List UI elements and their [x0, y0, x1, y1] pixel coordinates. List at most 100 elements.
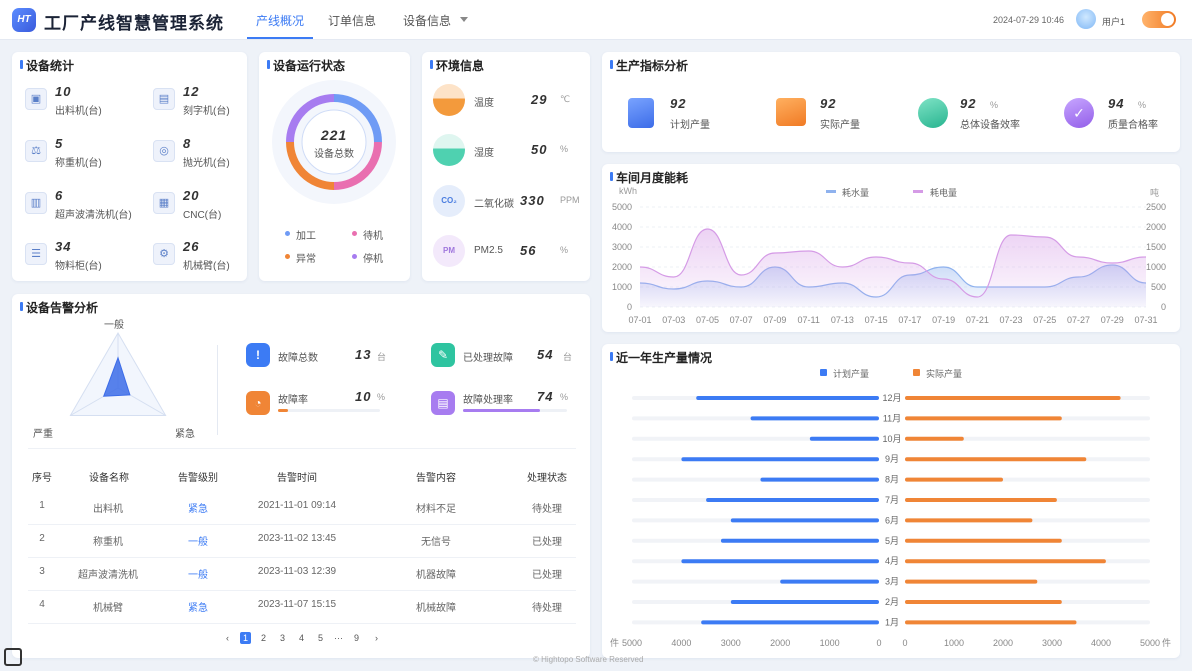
stat-label: CNC(台): [183, 210, 222, 221]
planned-bar: [730, 600, 879, 604]
x-tick: 07-29: [1101, 315, 1124, 325]
table-cell: 出料机: [93, 504, 123, 515]
x-tick: 07-25: [1033, 315, 1056, 325]
page-button[interactable]: 2: [258, 632, 269, 644]
x-tick-left: 2000: [770, 638, 790, 648]
planned-bar: [681, 457, 879, 462]
bar-chart-icon: [776, 98, 806, 126]
tab-device-info[interactable]: 设备信息: [403, 12, 451, 29]
check-circle-icon: ✓: [1064, 98, 1094, 128]
app-title: 工厂产线智慧管理系统: [44, 14, 224, 33]
x-tick: 07-05: [696, 315, 719, 325]
x-tick: 07-01: [628, 315, 651, 325]
actual-bar: [905, 518, 1033, 523]
month-label: 10月: [882, 434, 901, 444]
stat-value: 34: [55, 239, 72, 254]
unit-label: 件: [610, 637, 619, 648]
table-header: 处理状态: [527, 473, 567, 484]
actual-bar: [905, 559, 1106, 564]
next-page-button[interactable]: ›: [371, 632, 382, 644]
table-cell: 紧急: [188, 603, 208, 614]
prod-value: 92: [670, 96, 687, 111]
table-cell: 无信号: [421, 537, 451, 548]
alarm-stat-unit: 台: [563, 352, 573, 362]
x-tick: 07-31: [1134, 315, 1157, 325]
x-tick-right: 0: [902, 638, 907, 648]
table-cell: 一般: [188, 537, 208, 548]
alarm-stat-label: 故障处理率: [463, 395, 513, 406]
chevron-down-icon[interactable]: [460, 17, 468, 22]
page-button[interactable]: ···: [333, 632, 344, 644]
legend-dot: [352, 231, 357, 236]
stat-value: 26: [183, 239, 200, 254]
page-button[interactable]: 9: [351, 632, 362, 644]
y-tick-left: 1000: [612, 282, 632, 292]
fault-handling-rate-bar: [463, 409, 567, 412]
sun-icon: [1161, 13, 1174, 26]
theme-toggle[interactable]: [1142, 11, 1176, 28]
prod-value: 92: [960, 96, 977, 111]
prod-label: 计划产量: [670, 120, 710, 131]
unit-label: 件: [1162, 637, 1171, 648]
month-label: 5月: [885, 536, 899, 546]
stat-value: 20: [183, 188, 200, 203]
wrench-icon: ✎: [431, 343, 455, 367]
y-tick-left: 2000: [612, 262, 632, 272]
thermometer-icon: [433, 84, 465, 116]
env-label: PM2.5: [474, 245, 503, 256]
progress-fill: [463, 409, 540, 412]
table-cell: 已处理: [532, 570, 562, 581]
footer-copyright: © Hightopo Software Reserved: [533, 655, 644, 664]
radar-label: 紧急: [175, 429, 195, 440]
fullscreen-icon[interactable]: [4, 648, 22, 666]
planned-bar: [760, 477, 879, 482]
table-cell: 紧急: [188, 504, 208, 515]
pm-icon: PM: [433, 235, 465, 267]
page-button[interactable]: 4: [296, 632, 307, 644]
area-fill: [640, 229, 1146, 307]
panel-title: 生产指标分析: [610, 57, 688, 74]
planned-bar: [701, 620, 879, 625]
legend-label: 停机: [363, 254, 383, 265]
panel-title: 设备运行状态: [267, 57, 345, 74]
tab-line-overview[interactable]: 产线概况: [256, 12, 304, 29]
x-tick: 07-13: [831, 315, 854, 325]
page-button[interactable]: 5: [315, 632, 326, 644]
stat-value: 10: [55, 84, 72, 99]
alarm-radar: [69, 331, 167, 416]
header: HT 工厂产线智慧管理系统 产线概况 订单信息 设备信息 2024-07-29 …: [0, 0, 1192, 40]
table-cell: 待处理: [532, 603, 562, 614]
month-label: 12月: [882, 393, 901, 403]
user-name[interactable]: 用户1: [1102, 15, 1125, 28]
x-tick-right: 5000: [1140, 638, 1160, 648]
x-tick-left: 0: [876, 638, 881, 648]
table-cell: 称重机: [93, 537, 123, 548]
total-devices-label: 设备总数: [314, 149, 354, 160]
prev-page-button[interactable]: ‹: [222, 632, 233, 644]
robot-arm-icon: ⚙: [153, 243, 175, 265]
alarm-stat-value: 10: [355, 389, 372, 404]
x-tick: 07-19: [932, 315, 955, 325]
panel-title: 环境信息: [430, 57, 484, 74]
page-button[interactable]: 1: [240, 632, 251, 644]
stat-value: 6: [55, 188, 64, 203]
x-tick-right: 1000: [944, 638, 964, 648]
actual-bar: [905, 416, 1062, 421]
x-tick-right: 2000: [993, 638, 1013, 648]
datetime: 2024-07-29 10:46: [993, 15, 1065, 25]
x-tick: 07-15: [865, 315, 888, 325]
x-tick-right: 4000: [1091, 638, 1111, 648]
prod-label: 实际产量: [820, 120, 860, 131]
pie-icon: ◔: [246, 391, 270, 415]
env-label: 温度: [474, 98, 494, 109]
table-header: 序号: [32, 473, 52, 484]
month-label: 7月: [885, 495, 899, 505]
month-label: 9月: [885, 454, 899, 464]
tab-order-info[interactable]: 订单信息: [328, 12, 376, 29]
page-button[interactable]: 3: [277, 632, 288, 644]
fault-rate-bar: [278, 409, 380, 412]
table-cell: 机械臂: [93, 603, 123, 614]
user-avatar[interactable]: [1076, 9, 1096, 29]
env-value: 29: [531, 92, 548, 107]
stat-label: 超声波清洗机(台): [55, 210, 132, 221]
